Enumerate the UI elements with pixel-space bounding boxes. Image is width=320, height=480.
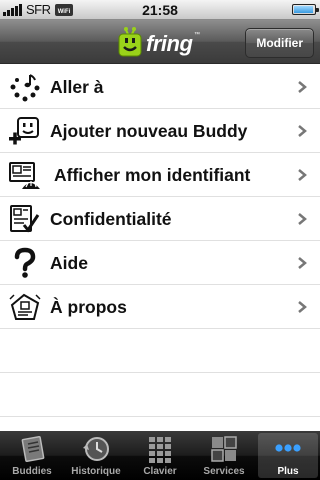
menu-item-label: Ajouter nouveau Buddy: [50, 121, 248, 141]
chevron-right-icon: [298, 301, 307, 313]
empty-row: [0, 329, 320, 373]
chevron-right-icon: [298, 125, 307, 137]
dots-music-icon: [8, 71, 42, 103]
question-mark-icon: [8, 247, 42, 279]
tab-bar: Buddies Historique Clavier Services Plus: [0, 431, 320, 480]
services-icon: [211, 436, 237, 462]
menu-item-privacy[interactable]: Confidentialité: [0, 197, 320, 241]
add-buddy-icon: [8, 115, 42, 147]
menu-item-add-buddy[interactable]: Ajouter nouveau Buddy: [0, 109, 320, 153]
logo-text: fring: [146, 31, 193, 56]
menu-item-label: Aide: [50, 253, 88, 273]
battery-icon: [292, 4, 319, 15]
menu-item-label: Confidentialité: [50, 209, 172, 229]
id-card-icon: [8, 159, 42, 191]
battery-fill: [294, 6, 313, 13]
tab-label: Buddies: [12, 466, 52, 477]
about-icon: [8, 291, 42, 323]
menu-item-label: À propos: [50, 297, 127, 317]
tab-label: Historique: [71, 466, 121, 477]
tab-services[interactable]: Services: [192, 431, 256, 480]
chevron-right-icon: [298, 213, 307, 225]
tab-label: Plus: [277, 466, 299, 477]
tab-history[interactable]: Historique: [64, 431, 128, 480]
tab-label: Services: [203, 466, 245, 477]
tab-keypad[interactable]: Clavier: [128, 431, 192, 480]
chevron-right-icon: [298, 81, 307, 93]
more-dots-icon: [275, 444, 301, 452]
tab-label: Clavier: [143, 466, 177, 477]
fring-logo-icon: [118, 27, 142, 57]
menu-item-show-id[interactable]: Afficher mon identifiant: [0, 153, 320, 197]
fring-logo: fring ™: [116, 24, 206, 62]
buddies-icon: [21, 436, 45, 462]
keypad-icon: [149, 437, 171, 463]
menu-item-help[interactable]: Aide: [0, 241, 320, 285]
chevron-right-icon: [298, 257, 307, 269]
privacy-checklist-icon: [8, 203, 42, 235]
nav-bar: fring ™ Modifier: [0, 20, 320, 64]
menu-item-label: Aller à: [50, 77, 104, 97]
history-clock-icon: [83, 437, 109, 461]
menu-item-about[interactable]: À propos: [0, 285, 320, 329]
status-time: 21:58: [142, 2, 178, 18]
tab-buddies[interactable]: Buddies: [0, 431, 64, 480]
empty-row: [0, 373, 320, 417]
menu-item-aller-a[interactable]: Aller à: [0, 65, 320, 109]
chevron-right-icon: [298, 169, 307, 181]
logo-trademark: ™: [194, 32, 200, 38]
menu-item-label: Afficher mon identifiant: [54, 165, 251, 185]
edit-button[interactable]: Modifier: [245, 28, 314, 58]
menu-list: Aller à Ajouter nouveau Buddy Afficher m…: [0, 65, 320, 417]
status-bar: SFR WiFi 21:58: [0, 0, 320, 20]
tab-more[interactable]: Plus: [256, 431, 320, 480]
